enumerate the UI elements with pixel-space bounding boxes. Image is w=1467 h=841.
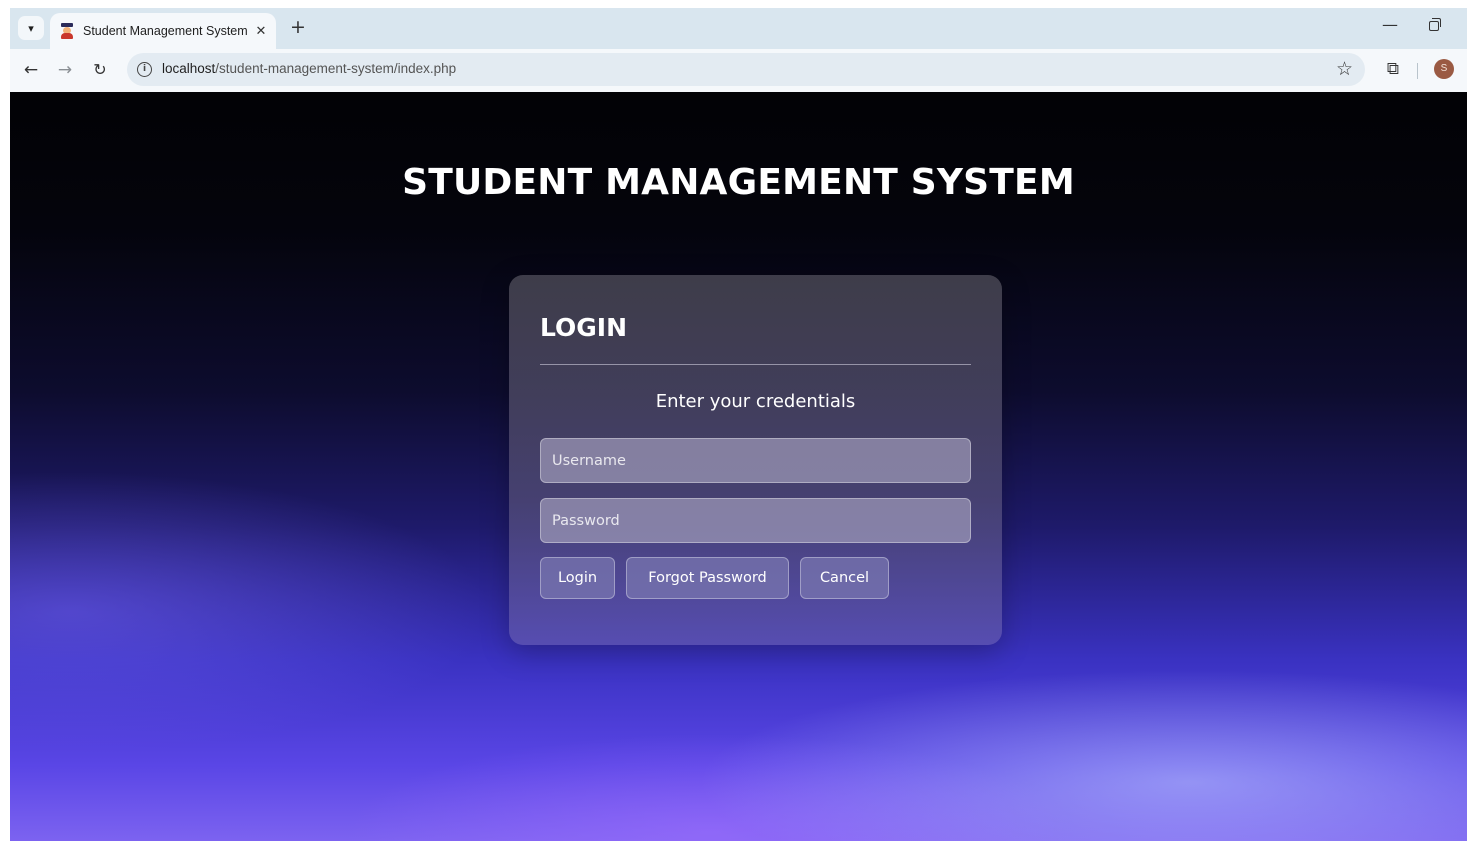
url-path: /student-management-system/index.php xyxy=(215,61,457,76)
cancel-button[interactable]: Cancel xyxy=(800,557,889,599)
browser-toolbar: ← → ↻ i localhost/student-management-sys… xyxy=(10,49,1467,92)
restore-button[interactable] xyxy=(1420,14,1448,38)
reload-button[interactable]: ↻ xyxy=(87,57,113,83)
tab-strip: ▾ Student Management System ✕ + — xyxy=(10,8,1467,49)
forgot-password-button[interactable]: Forgot Password xyxy=(626,557,789,599)
minimize-button[interactable]: — xyxy=(1376,14,1404,38)
page-title: STUDENT MANAGEMENT SYSTEM xyxy=(402,162,1075,203)
new-tab-button[interactable]: + xyxy=(286,16,310,40)
back-button[interactable]: ← xyxy=(18,57,44,83)
student-icon xyxy=(60,23,74,39)
login-heading: LOGIN xyxy=(540,313,628,342)
page-viewport: STUDENT MANAGEMENT SYSTEM LOGIN Enter yo… xyxy=(10,92,1467,841)
close-icon[interactable]: ✕ xyxy=(253,24,269,39)
tab-title: Student Management System xyxy=(83,24,247,38)
bookmark-star-icon[interactable]: ☆ xyxy=(1336,58,1353,80)
login-card: LOGIN Enter your credentials Login Forgo… xyxy=(509,275,1002,645)
site-info-icon[interactable]: i xyxy=(137,62,152,77)
credentials-subtitle: Enter your credentials xyxy=(655,391,856,412)
extensions-icon[interactable]: ⧉ xyxy=(1382,58,1404,80)
toolbar-divider xyxy=(1417,63,1418,79)
heading-divider xyxy=(540,364,971,365)
browser-tab-active[interactable]: Student Management System ✕ xyxy=(50,13,276,49)
url-host: localhost xyxy=(162,61,216,76)
password-input[interactable] xyxy=(540,498,971,543)
profile-avatar[interactable]: S xyxy=(1434,59,1454,79)
restore-icon xyxy=(1429,18,1441,31)
login-button[interactable]: Login xyxy=(540,557,615,599)
address-bar[interactable]: i localhost/student-management-system/in… xyxy=(127,53,1365,86)
forward-button[interactable]: → xyxy=(52,57,78,83)
url-text[interactable]: localhost/student-management-system/inde… xyxy=(162,61,456,76)
username-input[interactable] xyxy=(540,438,971,483)
chevron-down-icon[interactable]: ▾ xyxy=(18,16,44,40)
browser-window: ▾ Student Management System ✕ + — ← → ↻ … xyxy=(10,8,1467,841)
